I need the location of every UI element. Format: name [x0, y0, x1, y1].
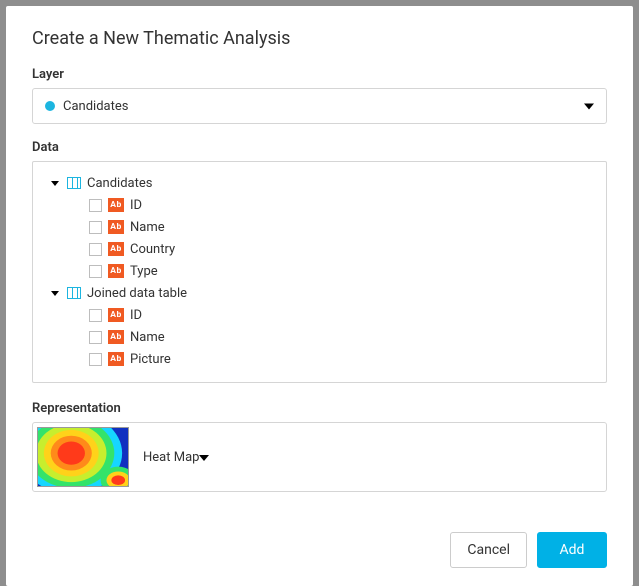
text-field-icon: Ab [108, 308, 124, 322]
tree-node-joined-data-table[interactable]: Joined data table [45, 282, 594, 304]
chevron-down-icon [199, 450, 209, 465]
thematic-analysis-dialog: Create a New Thematic Analysis Layer Can… [6, 6, 633, 586]
field-label: ID [130, 308, 142, 323]
field-label: Name [130, 220, 165, 235]
text-field-icon: Ab [108, 264, 124, 278]
representation-section-label: Representation [32, 401, 607, 416]
tree-leaf: Ab ID [45, 194, 594, 216]
heatmap-thumbnail-icon [37, 427, 129, 487]
tree-leaf: Ab Type [45, 260, 594, 282]
table-icon [67, 177, 81, 189]
field-label: Type [130, 264, 158, 279]
tree-leaf: Ab ID [45, 304, 594, 326]
text-field-icon: Ab [108, 330, 124, 344]
dialog-title: Create a New Thematic Analysis [32, 28, 607, 49]
dialog-footer: Cancel Add [32, 532, 607, 568]
layer-section-label: Layer [32, 67, 607, 82]
tree-node-label: Candidates [87, 176, 152, 191]
field-label: Name [130, 330, 165, 345]
representation-dropdown-value: Heat Map [143, 450, 199, 465]
layer-dropdown-value: Candidates [63, 99, 128, 114]
text-field-icon: Ab [108, 220, 124, 234]
text-field-icon: Ab [108, 352, 124, 366]
tree-node-label: Joined data table [87, 286, 187, 301]
tree-leaf: Ab Country [45, 238, 594, 260]
field-checkbox[interactable] [89, 199, 102, 212]
layer-color-swatch-icon [45, 101, 55, 111]
field-checkbox[interactable] [89, 265, 102, 278]
field-label: Country [130, 242, 175, 257]
cancel-button[interactable]: Cancel [450, 532, 527, 568]
field-checkbox[interactable] [89, 309, 102, 322]
data-field-tree: Candidates Ab ID Ab Name Ab Country Ab T… [32, 161, 607, 383]
tree-leaf: Ab Picture [45, 348, 594, 370]
field-label: Picture [130, 352, 171, 367]
expander-icon [51, 181, 59, 186]
layer-dropdown[interactable]: Candidates [32, 88, 607, 124]
expander-icon [51, 291, 59, 296]
data-section-label: Data [32, 140, 607, 155]
field-label: ID [130, 198, 142, 213]
chevron-down-icon [584, 99, 594, 114]
tree-leaf: Ab Name [45, 326, 594, 348]
tree-node-candidates[interactable]: Candidates [45, 172, 594, 194]
text-field-icon: Ab [108, 242, 124, 256]
field-checkbox[interactable] [89, 353, 102, 366]
tree-leaf: Ab Name [45, 216, 594, 238]
field-checkbox[interactable] [89, 243, 102, 256]
table-icon [67, 287, 81, 299]
text-field-icon: Ab [108, 198, 124, 212]
field-checkbox[interactable] [89, 221, 102, 234]
add-button[interactable]: Add [537, 532, 607, 568]
representation-dropdown[interactable]: Heat Map [32, 422, 607, 492]
field-checkbox[interactable] [89, 331, 102, 344]
